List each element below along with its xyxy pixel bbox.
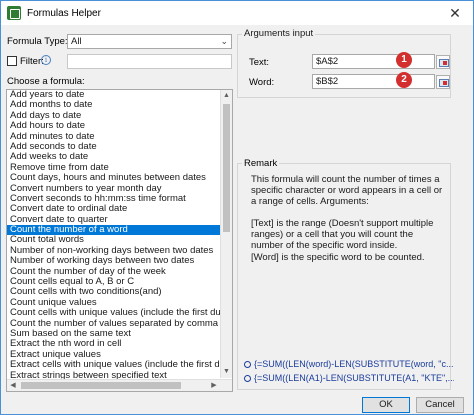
formula-list-item[interactable]: Add years to date bbox=[7, 90, 221, 100]
step-badge-2: 2 bbox=[396, 72, 412, 88]
formula-list-item[interactable]: Count cells with two conditions(and) bbox=[7, 287, 221, 297]
horizontal-scroll-thumb[interactable] bbox=[21, 382, 181, 389]
remark-paragraph-3: [Word] is the specific word to be counte… bbox=[251, 252, 425, 263]
formula-list-item[interactable]: Count the number of values separated by … bbox=[7, 319, 221, 329]
formula-list-item[interactable]: Convert numbers to year month day bbox=[7, 184, 221, 194]
vertical-scrollbar[interactable]: ▲ ▼ bbox=[220, 90, 232, 378]
formula-list-item[interactable]: Add hours to date bbox=[7, 121, 221, 131]
range-select-icon[interactable] bbox=[436, 75, 450, 89]
formula-list-item[interactable]: Count the number of a word bbox=[7, 225, 221, 236]
formula-list[interactable]: Add years to date Add months to date Add d… bbox=[6, 89, 233, 392]
arguments-group-title: Arguments input bbox=[242, 28, 316, 39]
formula-list-item[interactable]: Convert date to quarter bbox=[7, 215, 221, 225]
horizontal-scrollbar[interactable]: ◀ ▶ bbox=[7, 379, 232, 391]
formula-example-1[interactable]: {=SUM((LEN(word)-LEN(SUBSTITUTE(word, "c… bbox=[244, 359, 454, 369]
formula-list-item[interactable]: Number of non-working days between two d… bbox=[7, 246, 221, 256]
close-icon: ✕ bbox=[449, 4, 461, 21]
word-arg-label: Word: bbox=[249, 77, 275, 88]
formula-bullet-icon bbox=[244, 375, 251, 383]
formula-list-item[interactable]: Convert date to ordinal date bbox=[7, 204, 221, 214]
formula-list-item[interactable]: Count total words bbox=[7, 235, 221, 245]
filter-label: Filter: bbox=[20, 56, 44, 67]
scroll-down-icon[interactable]: ▼ bbox=[221, 366, 232, 378]
formula-list-item[interactable]: Extract unique values bbox=[7, 350, 221, 360]
text-arg-label: Text: bbox=[249, 57, 270, 68]
word-arg-input[interactable]: $B$2 bbox=[312, 74, 435, 89]
excel-app-icon bbox=[7, 6, 21, 20]
formula-list-item[interactable]: Count cells with unique values (include … bbox=[7, 308, 221, 318]
formula-example-1-text: {=SUM((LEN(word)-LEN(SUBSTITUTE(word, "c… bbox=[254, 359, 454, 369]
formula-type-label: Formula Type: bbox=[7, 36, 68, 47]
step-badge-1: 1 bbox=[396, 52, 412, 68]
formula-type-value: All bbox=[71, 36, 82, 47]
scroll-left-icon[interactable]: ◀ bbox=[7, 380, 19, 391]
formulas-helper-dialog: Formulas Helper ✕ Formula Type: All ⌄ Fi… bbox=[0, 0, 474, 415]
remark-paragraph-1: This formula will count the number of ti… bbox=[251, 174, 443, 207]
formula-list-item[interactable]: Remove time from date bbox=[7, 163, 221, 173]
formula-bullet-icon bbox=[244, 361, 251, 369]
close-button[interactable]: ✕ bbox=[437, 1, 473, 25]
formula-example-2[interactable]: {=SUM((LEN(A1)-LEN(SUBSTITUTE(A1, "KTE",… bbox=[244, 373, 454, 383]
formula-list-item[interactable]: Add minutes to date bbox=[7, 132, 221, 142]
formula-list-item[interactable]: Extract the nth word in cell bbox=[7, 339, 221, 349]
title-bar: Formulas Helper ✕ bbox=[1, 1, 473, 25]
scroll-up-icon[interactable]: ▲ bbox=[221, 90, 232, 102]
ok-button[interactable]: OK bbox=[362, 397, 410, 413]
formula-list-item[interactable]: Extract cells with unique values (includ… bbox=[7, 360, 221, 370]
formula-list-items: Add years to date Add months to date Add d… bbox=[7, 90, 221, 392]
choose-formula-label: Choose a formula: bbox=[7, 76, 85, 87]
formula-example-2-text: {=SUM((LEN(A1)-LEN(SUBSTITUTE(A1, "KTE",… bbox=[254, 373, 454, 383]
text-arg-value: $A$2 bbox=[316, 56, 339, 67]
scroll-right-icon[interactable]: ▶ bbox=[208, 380, 220, 391]
formula-list-item[interactable]: Add seconds to date bbox=[7, 142, 221, 152]
formula-list-item[interactable]: Number of working days between two dates bbox=[7, 256, 221, 266]
range-select-icon[interactable] bbox=[436, 55, 450, 69]
formula-list-item[interactable]: Abbreviated name or word bbox=[7, 391, 221, 392]
window-title: Formulas Helper bbox=[27, 7, 101, 19]
vertical-scroll-thumb[interactable] bbox=[223, 104, 230, 232]
cancel-button[interactable]: Cancel bbox=[416, 397, 464, 413]
info-icon[interactable]: i bbox=[41, 55, 51, 65]
formula-list-item[interactable]: Count cells equal to A, B or C bbox=[7, 277, 221, 287]
formula-list-item[interactable]: Count days, hours and minutes between da… bbox=[7, 173, 221, 183]
formula-list-item[interactable]: Count unique values bbox=[7, 298, 221, 308]
filter-checkbox[interactable] bbox=[7, 56, 17, 66]
remark-group-title: Remark bbox=[242, 158, 280, 169]
word-arg-value: $B$2 bbox=[316, 76, 339, 87]
formula-list-item[interactable]: Convert seconds to hh:mm:ss time format bbox=[7, 194, 221, 204]
formula-type-select[interactable]: All ⌄ bbox=[67, 34, 232, 49]
formula-list-item[interactable]: Add weeks to date bbox=[7, 152, 221, 162]
formula-list-item[interactable]: Add months to date bbox=[7, 100, 221, 110]
text-arg-input[interactable]: $A$2 bbox=[312, 54, 435, 69]
filter-input[interactable] bbox=[67, 54, 232, 69]
formula-list-item[interactable]: Sum based on the same text bbox=[7, 329, 221, 339]
remark-paragraph-2: [Text] is the range (Doesn't support mul… bbox=[251, 218, 434, 251]
chevron-down-icon: ⌄ bbox=[220, 36, 228, 46]
formula-list-item[interactable]: Count the number of day of the week bbox=[7, 267, 221, 277]
formula-list-item[interactable]: Add days to date bbox=[7, 111, 221, 121]
